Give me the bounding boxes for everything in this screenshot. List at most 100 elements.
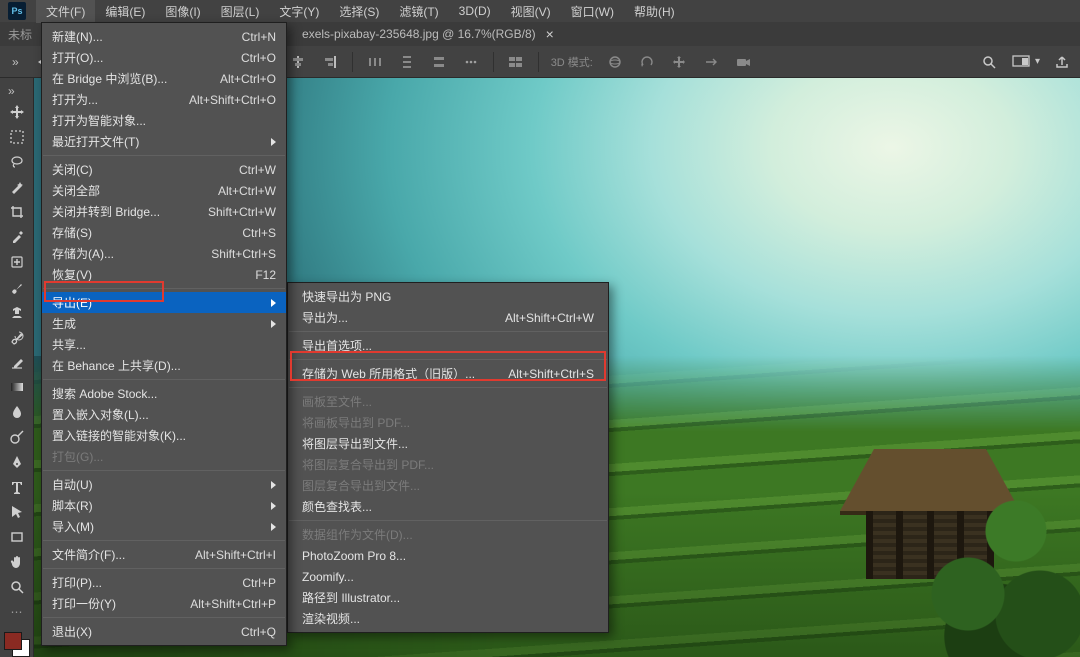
file-menu-item[interactable]: 共享... <box>42 334 286 355</box>
file-menu-item[interactable]: 打开为...Alt+Shift+Ctrl+O <box>42 89 286 110</box>
3d-orbit-icon[interactable] <box>605 52 625 72</box>
file-menu-item[interactable]: 置入嵌入对象(L)... <box>42 404 286 425</box>
3d-slide-icon[interactable] <box>701 52 721 72</box>
file-menu-item[interactable]: 存储(S)Ctrl+S <box>42 222 286 243</box>
export-submenu-item[interactable]: 颜色查找表... <box>288 496 608 517</box>
blur-tool[interactable] <box>4 402 30 423</box>
file-menu-item[interactable]: 搜索 Adobe Stock... <box>42 383 286 404</box>
type-tool[interactable] <box>4 477 30 498</box>
3d-roll-icon[interactable] <box>637 52 657 72</box>
file-menu-item-label: 新建(N)... <box>52 28 232 45</box>
file-menu-item[interactable]: 恢复(V)F12 <box>42 264 286 285</box>
menu-item[interactable]: 图层(L) <box>211 0 270 23</box>
3d-camera-icon[interactable] <box>733 52 753 72</box>
file-menu-item[interactable]: 自动(U) <box>42 474 286 495</box>
distribute-h-icon[interactable] <box>365 52 385 72</box>
file-menu-item[interactable]: 打印一份(Y)Alt+Shift+Ctrl+P <box>42 593 286 614</box>
gradient-tool[interactable] <box>4 377 30 398</box>
panel-collapse-icon[interactable]: » <box>8 55 23 69</box>
file-menu-item-label: 打开为智能对象... <box>52 112 276 129</box>
marquee-tool[interactable] <box>4 127 30 148</box>
file-menu-item[interactable]: 导入(M) <box>42 516 286 537</box>
magic-wand-tool[interactable] <box>4 177 30 198</box>
eyedropper-tool[interactable] <box>4 227 30 248</box>
file-menu-item[interactable]: 生成 <box>42 313 286 334</box>
file-menu-item-label: 关闭(C) <box>52 161 229 178</box>
toolbox-collapse-icon[interactable]: » <box>4 84 19 98</box>
menu-item[interactable]: 编辑(E) <box>95 0 155 23</box>
search-icon[interactable] <box>979 52 999 72</box>
menu-item[interactable]: 帮助(H) <box>624 0 685 23</box>
file-menu-item[interactable]: 在 Bridge 中浏览(B)...Alt+Ctrl+O <box>42 68 286 89</box>
file-menu-item[interactable]: 置入链接的智能对象(K)... <box>42 425 286 446</box>
pen-tool[interactable] <box>4 452 30 473</box>
color-swatch[interactable] <box>4 632 30 657</box>
file-menu-item-label: 在 Bridge 中浏览(B)... <box>52 70 210 87</box>
foreground-color[interactable] <box>4 632 22 650</box>
file-menu-item[interactable]: 在 Behance 上共享(D)... <box>42 355 286 376</box>
zoom-tool[interactable] <box>4 576 30 597</box>
file-menu-item[interactable]: 打开为智能对象... <box>42 110 286 131</box>
3d-pan-icon[interactable] <box>669 52 689 72</box>
file-menu-item[interactable]: 退出(X)Ctrl+Q <box>42 621 286 642</box>
file-menu-item-shortcut: F12 <box>255 268 276 282</box>
export-submenu-item-label: 导出为... <box>302 309 491 326</box>
history-brush-tool[interactable] <box>4 327 30 348</box>
export-submenu-item-label: 路径到 Illustrator... <box>302 589 594 606</box>
export-submenu-item[interactable]: 存储为 Web 所用格式（旧版）...Alt+Shift+Ctrl+S <box>288 363 608 384</box>
export-submenu-item[interactable]: 将图层导出到文件... <box>288 433 608 454</box>
align-hcenter-icon[interactable] <box>288 52 308 72</box>
file-menu-item[interactable]: 关闭并转到 Bridge...Shift+Ctrl+W <box>42 201 286 222</box>
export-submenu-item[interactable]: Zoomify... <box>288 566 608 587</box>
export-submenu-item[interactable]: 导出为...Alt+Shift+Ctrl+W <box>288 307 608 328</box>
dodge-tool[interactable] <box>4 427 30 448</box>
file-menu-item[interactable]: 最近打开文件(T) <box>42 131 286 152</box>
screen-mode-icon[interactable] <box>1011 52 1031 72</box>
path-select-tool[interactable] <box>4 502 30 523</box>
menu-item[interactable]: 图像(I) <box>155 0 210 23</box>
export-submenu-item[interactable]: 路径到 Illustrator... <box>288 587 608 608</box>
lasso-tool[interactable] <box>4 152 30 173</box>
menu-item[interactable]: 3D(D) <box>449 1 501 21</box>
move-tool[interactable] <box>4 102 30 123</box>
close-tab-icon[interactable]: × <box>546 26 554 42</box>
export-submenu-item[interactable]: PhotoZoom Pro 8... <box>288 545 608 566</box>
file-menu-item-label: 打开(O)... <box>52 49 231 66</box>
file-menu-item[interactable]: 打开(O)...Ctrl+O <box>42 47 286 68</box>
crop-tool[interactable] <box>4 202 30 223</box>
auto-align-icon[interactable] <box>506 52 526 72</box>
more-options-icon[interactable] <box>461 52 481 72</box>
menu-item[interactable]: 选择(S) <box>329 0 389 23</box>
spot-heal-tool[interactable] <box>4 252 30 273</box>
file-menu-item[interactable]: 打印(P)...Ctrl+P <box>42 572 286 593</box>
export-submenu-item-label: PhotoZoom Pro 8... <box>302 549 594 563</box>
brush-tool[interactable] <box>4 277 30 298</box>
file-menu-item[interactable]: 新建(N)...Ctrl+N <box>42 26 286 47</box>
file-menu-item[interactable]: 关闭(C)Ctrl+W <box>42 159 286 180</box>
file-menu-item[interactable]: 脚本(R) <box>42 495 286 516</box>
align-right-icon[interactable] <box>320 52 340 72</box>
export-submenu-item[interactable]: 导出首选项... <box>288 335 608 356</box>
hand-tool[interactable] <box>4 551 30 572</box>
file-menu-item[interactable]: 存储为(A)...Shift+Ctrl+S <box>42 243 286 264</box>
export-submenu-item[interactable]: 快速导出为 PNG <box>288 286 608 307</box>
eraser-tool[interactable] <box>4 352 30 373</box>
chevron-down-icon[interactable]: ▾ <box>1035 56 1040 67</box>
file-menu-item[interactable]: 关闭全部Alt+Ctrl+W <box>42 180 286 201</box>
menu-item[interactable]: 窗口(W) <box>561 0 624 23</box>
file-menu-item-label: 最近打开文件(T) <box>52 133 265 150</box>
clone-stamp-tool[interactable] <box>4 302 30 323</box>
rectangle-tool[interactable] <box>4 526 30 547</box>
file-menu-item[interactable]: 文件简介(F)...Alt+Shift+Ctrl+I <box>42 544 286 565</box>
share-icon[interactable] <box>1052 52 1072 72</box>
distribute-v-icon[interactable] <box>397 52 417 72</box>
file-menu-item[interactable]: 导出(E) <box>42 292 286 313</box>
edit-toolbar-icon[interactable]: ⋯ <box>4 601 30 622</box>
menu-item[interactable]: 视图(V) <box>501 0 561 23</box>
menu-item[interactable]: 文字(Y) <box>269 0 329 23</box>
distribute-spacing-icon[interactable] <box>429 52 449 72</box>
document-tab[interactable]: exels-pixabay-235648.jpg @ 16.7%(RGB/8) … <box>292 26 564 42</box>
menu-item[interactable]: 文件(F) <box>36 0 95 23</box>
menu-item[interactable]: 滤镜(T) <box>389 0 448 23</box>
export-submenu-item[interactable]: 渲染视频... <box>288 608 608 629</box>
